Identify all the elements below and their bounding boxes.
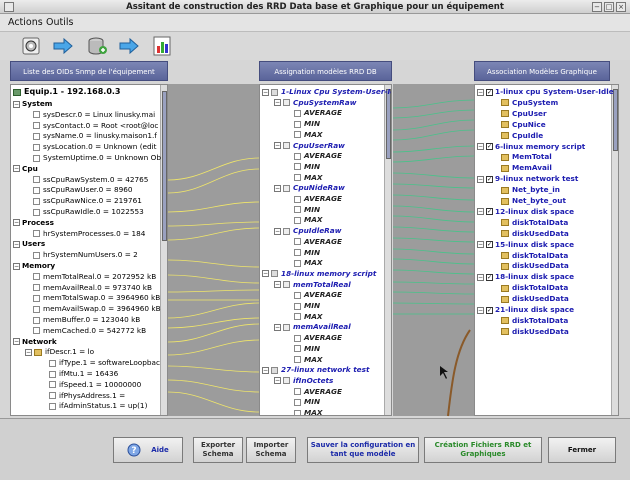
graph-link [392,172,475,179]
graph-link [392,258,475,265]
selected-link [447,329,471,417]
oid-link [167,227,260,241]
oid-link [167,391,260,413]
save-template-button[interactable]: Sauver la configuration en tant que modè… [307,437,419,463]
connection-lines [167,99,475,417]
graph-link [392,226,475,233]
oid-link [167,201,260,213]
oid-link [167,157,260,181]
oid-link [167,302,260,319]
oid-link [167,379,260,393]
oid-link [167,168,260,194]
graph-link [392,248,475,255]
mouse-cursor [440,366,448,379]
help-button[interactable]: ? Aide [113,437,183,463]
oid-link [167,259,260,268]
oid-link [167,323,260,343]
graph-link [392,215,475,223]
help-label: Aide [151,445,169,454]
graph-link [392,205,475,213]
create-rrd-button[interactable]: Création Fichiers RRD et Graphiques [424,437,542,463]
graph-link [392,155,475,163]
oid-link [167,317,260,329]
oid-link [167,365,260,373]
oid-link [167,289,260,293]
close-app-button[interactable]: Fermer [548,437,616,463]
graph-link [392,281,475,285]
graph-link [392,194,475,201]
graph-link [392,183,475,189]
import-schema-button[interactable]: Importer Schema [246,437,296,463]
help-icon: ? [127,443,141,457]
export-schema-button[interactable]: Exporter Schema [193,437,243,463]
graph-link [392,237,475,243]
graph-link [392,291,475,295]
oid-link [167,274,260,284]
graph-link [392,109,475,119]
graph-link [392,145,475,153]
graph-link [392,99,475,109]
graph-link [392,269,475,275]
graph-link [392,129,475,141]
graph-link [392,302,475,305]
oid-link [167,221,260,227]
oid-link [167,339,260,356]
svg-text:?: ? [132,446,137,456]
graph-link [392,119,475,131]
